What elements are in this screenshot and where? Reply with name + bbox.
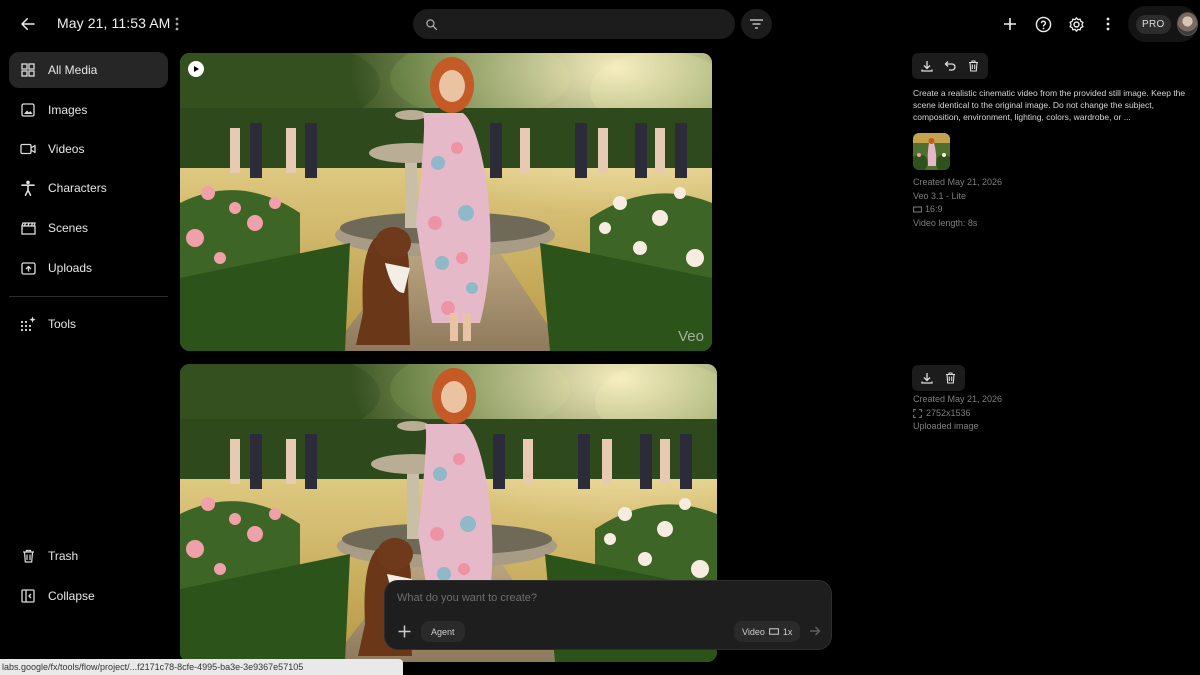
download-button[interactable]	[917, 56, 937, 76]
arrow-right-icon	[810, 626, 821, 636]
sidebar-item-uploads[interactable]: Uploads	[9, 250, 168, 286]
clapperboard-icon	[20, 220, 36, 236]
play-icon	[194, 66, 199, 72]
more-vertical-icon	[175, 17, 179, 31]
sidebar-item-label: Trash	[48, 549, 79, 563]
sidebar-item-label: Uploads	[48, 261, 93, 275]
more-options-button[interactable]	[1096, 12, 1120, 36]
sidebar-item-videos[interactable]: Videos	[9, 131, 168, 167]
help-circle-icon	[1035, 16, 1051, 32]
sidebar-item-label: All Media	[48, 63, 98, 77]
image-icon	[20, 102, 36, 118]
sidebar-item-characters[interactable]: Characters	[9, 170, 168, 206]
source-thumbnail[interactable]	[913, 133, 950, 170]
sidebar-item-images[interactable]: Images	[9, 92, 168, 128]
upload-icon	[20, 260, 36, 276]
add-attachment-button[interactable]	[394, 621, 414, 641]
title-more-button[interactable]	[170, 12, 184, 36]
trash-icon	[968, 60, 978, 72]
status-bar-url: labs.google/fx/tools/flow/project/...f21…	[0, 659, 403, 675]
mode-selector[interactable]: Video 1x	[734, 621, 801, 642]
image-source: Uploaded image	[913, 421, 979, 431]
mode-label: Video	[742, 626, 765, 637]
veo-watermark: Veo	[678, 328, 704, 345]
sidebar-item-all-media[interactable]: All Media	[9, 52, 168, 88]
help-button[interactable]	[1031, 12, 1055, 36]
created-date: Created May 21, 2026	[913, 177, 1003, 187]
settings-button[interactable]	[1064, 12, 1088, 36]
send-button[interactable]	[805, 621, 825, 641]
sidebar-item-label: Scenes	[48, 221, 89, 235]
image-dimensions: 2752x1536	[913, 407, 1002, 421]
prompt-text: Create a realistic cinematic video from …	[913, 88, 1186, 122]
video-badge	[188, 61, 204, 77]
page-title: May 21, 11:53 AM	[57, 15, 171, 31]
video-card[interactable]: Veo	[180, 53, 712, 351]
created-date: Created May 21, 2026	[913, 394, 1003, 404]
video-actions	[912, 53, 988, 79]
image-actions	[912, 365, 965, 391]
sidebar-item-trash[interactable]: Trash	[9, 538, 168, 574]
plus-icon	[1004, 18, 1016, 30]
search-icon	[426, 18, 438, 30]
thumbnail-image	[913, 133, 950, 170]
video-metadata: Created May 21, 2026 Veo 3.1 - Lite 16:9…	[913, 176, 1002, 230]
sidebar-item-label: Images	[48, 103, 88, 117]
search-bar[interactable]	[413, 9, 735, 39]
output-count: 1x	[782, 626, 793, 637]
arrow-left-icon	[21, 18, 35, 30]
collapse-icon	[20, 588, 36, 604]
video-icon	[20, 141, 36, 157]
sidebar-item-label: Characters	[48, 181, 107, 195]
aspect-ratio: 16:9	[913, 203, 1002, 217]
plus-icon	[398, 625, 410, 637]
reuse-button[interactable]	[940, 56, 960, 76]
grid-icon	[20, 62, 36, 78]
more-vertical-icon	[1106, 17, 1110, 31]
filter-icon	[750, 19, 763, 29]
image-metadata: Created May 21, 2026 2752x1536 Uploaded …	[913, 393, 1002, 434]
account-button[interactable]: PRO	[1128, 6, 1198, 42]
sidebar-item-collapse[interactable]: Collapse	[9, 578, 168, 614]
sidebar-divider	[9, 296, 168, 297]
filter-button[interactable]	[741, 9, 772, 39]
aspect-ratio-value: 16:9	[925, 204, 943, 214]
search-input[interactable]	[446, 16, 726, 32]
dimensions-icon	[913, 408, 922, 418]
delete-button[interactable]	[963, 56, 983, 76]
trash-icon	[945, 372, 955, 384]
aspect-ratio-icon	[768, 628, 779, 635]
sidebar-item-label: Tools	[48, 317, 77, 331]
agent-chip[interactable]: Agent	[421, 621, 465, 642]
download-icon	[921, 61, 933, 72]
prompt-input[interactable]	[397, 592, 817, 604]
avatar	[1176, 12, 1198, 36]
undo-icon	[944, 61, 956, 71]
gear-icon	[1068, 16, 1084, 32]
delete-button[interactable]	[940, 368, 960, 388]
add-button[interactable]	[998, 12, 1022, 36]
video-length: Video length: 8s	[913, 217, 978, 228]
sidebar-item-label: Collapse	[48, 589, 95, 603]
pro-badge: PRO	[1136, 14, 1171, 34]
back-button[interactable]	[16, 12, 40, 36]
download-icon	[921, 373, 933, 384]
dimensions-value: 2752x1536	[926, 407, 971, 418]
trash-icon	[20, 548, 36, 564]
sidebar-item-tools[interactable]: Tools	[9, 306, 168, 342]
download-button[interactable]	[917, 368, 937, 388]
model-name: Veo 3.1 - Lite	[913, 190, 967, 201]
garden-scene-image	[180, 53, 712, 351]
sparkle-grid-icon	[20, 316, 36, 332]
prompt-composer: Agent Video 1x	[384, 580, 832, 650]
sidebar-item-scenes[interactable]: Scenes	[9, 210, 168, 246]
aspect-ratio-icon	[913, 206, 922, 213]
sidebar-item-label: Videos	[48, 142, 85, 156]
person-icon	[20, 180, 36, 196]
